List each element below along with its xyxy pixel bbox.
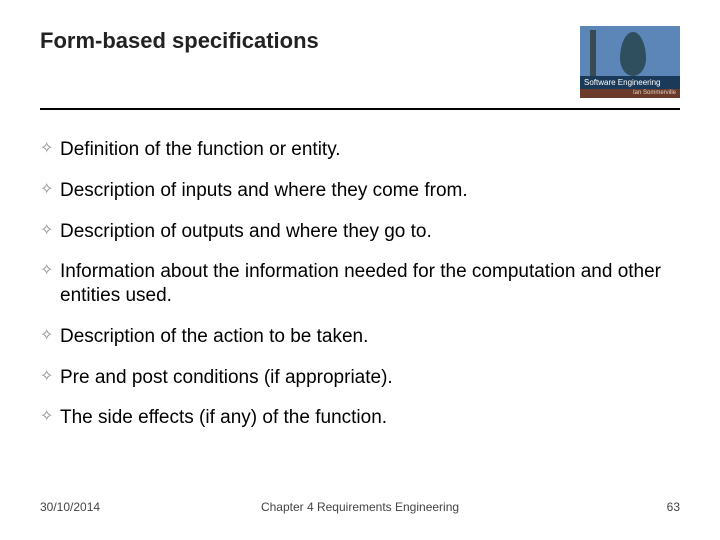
book-cover-thumbnail: Software Engineering Ian Sommerville [580, 26, 680, 98]
list-item-text: Description of inputs and where they com… [60, 179, 680, 203]
list-item: ✧ Description of outputs and where they … [40, 220, 680, 244]
thumbnail-author-bar: Ian Sommerville [580, 89, 680, 98]
thumbnail-building-shape [620, 32, 646, 76]
list-item-text: Description of outputs and where they go… [60, 220, 680, 244]
slide: Form-based specifications Software Engin… [0, 0, 720, 540]
bullet-icon: ✧ [40, 180, 60, 200]
list-item-text: Information about the information needed… [60, 260, 680, 308]
list-item: ✧ The side effects (if any) of the funct… [40, 406, 680, 430]
list-item: ✧ Information about the information need… [40, 260, 680, 308]
footer-chapter: Chapter 4 Requirements Engineering [40, 500, 680, 514]
list-item-text: Description of the action to be taken. [60, 325, 680, 349]
list-item: ✧ Definition of the function or entity. [40, 138, 680, 162]
bullet-list: ✧ Definition of the function or entity. … [40, 138, 680, 447]
list-item-text: The side effects (if any) of the functio… [60, 406, 680, 430]
bullet-icon: ✧ [40, 261, 60, 281]
list-item: ✧ Description of inputs and where they c… [40, 179, 680, 203]
bullet-icon: ✧ [40, 221, 60, 241]
header-divider [40, 108, 680, 110]
list-item-text: Definition of the function or entity. [60, 138, 680, 162]
bullet-icon: ✧ [40, 326, 60, 346]
list-item: ✧ Description of the action to be taken. [40, 325, 680, 349]
bullet-icon: ✧ [40, 139, 60, 159]
bullet-icon: ✧ [40, 407, 60, 427]
thumbnail-tower-shape [590, 30, 596, 78]
list-item: ✧ Pre and post conditions (if appropriat… [40, 366, 680, 390]
bullet-icon: ✧ [40, 367, 60, 387]
list-item-text: Pre and post conditions (if appropriate)… [60, 366, 680, 390]
slide-footer: 30/10/2014 Chapter 4 Requirements Engine… [40, 500, 680, 514]
